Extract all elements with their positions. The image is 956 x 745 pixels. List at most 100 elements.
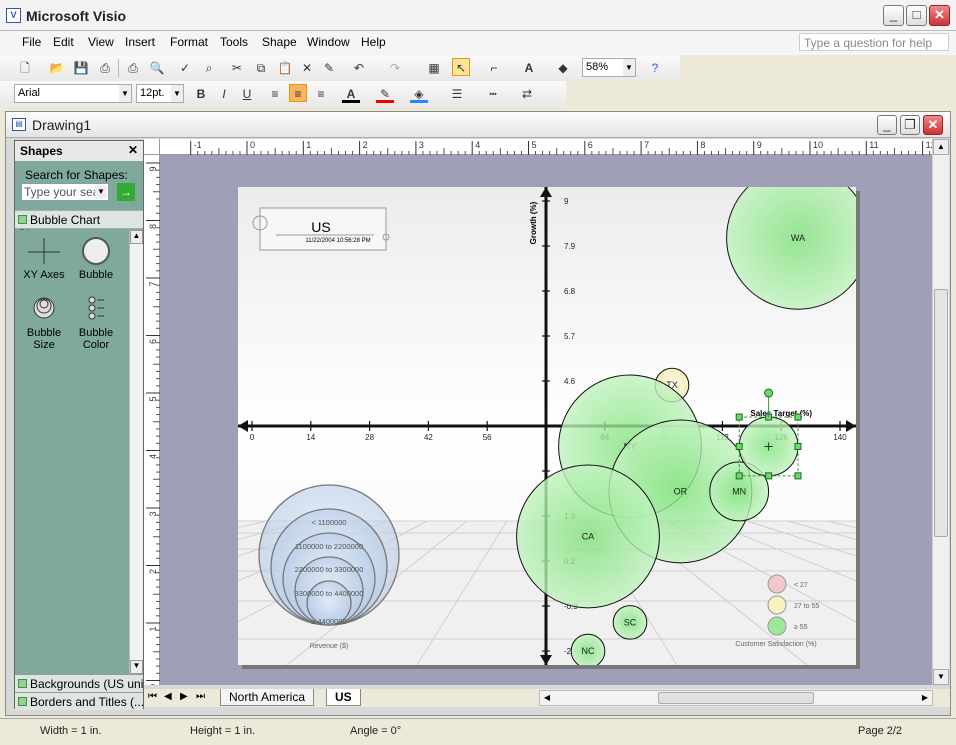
title-block[interactable]: US 11/22/2004 10:56:28 PM [252,207,390,251]
ruler-h-label: 7 [644,140,649,150]
doc-minimize-button[interactable]: _ [877,115,897,135]
minimize-button[interactable]: _ [883,5,904,26]
connector-tool-icon[interactable]: ⌐ [485,59,503,77]
chevron-down-icon[interactable]: ▼ [933,669,949,685]
resize-handle[interactable] [794,472,802,480]
menu-tools[interactable]: Tools [220,35,248,49]
stencil-borders-titles[interactable]: Borders and Titles (... [15,692,143,710]
format-painter-icon[interactable]: ✎ [320,59,338,77]
next-page-icon[interactable]: ▶ [180,691,188,702]
chevron-left-icon[interactable]: ◀ [540,691,554,705]
ruler-v-label: 6 [148,339,158,344]
pointer-tool-icon[interactable]: ↖ [452,58,470,76]
menu-window[interactable]: Window [307,35,350,49]
tab-us[interactable]: US [326,689,361,706]
delete-icon[interactable]: ✕ [298,59,316,77]
resize-handle[interactable] [765,472,773,480]
help-icon[interactable]: ? [646,59,664,77]
master-bubble-size[interactable]: Bubble Size [17,294,71,351]
align-center-icon[interactable]: ≡ [289,84,307,102]
font-color-icon[interactable]: A [342,85,360,103]
master-bubble-color[interactable]: Bubble Color [69,294,123,351]
horizontal-ruler[interactable]: -10123456789101112 [160,139,936,155]
align-right-icon[interactable]: ≡ [312,85,330,103]
doc-restore-button[interactable]: ❐ [900,115,920,135]
menu-edit[interactable]: Edit [53,35,74,49]
chevron-right-icon[interactable]: ▶ [918,691,932,705]
new-icon[interactable]: 🗋 [16,59,34,77]
menu-format[interactable]: Format [170,35,208,49]
menu-file[interactable]: File [22,35,41,49]
stamp-tool-icon[interactable]: ◆ [554,59,572,77]
vertical-scrollbar[interactable]: ▲ ▼ [932,139,949,685]
redo-icon[interactable]: ↷ [386,59,404,77]
italic-icon[interactable]: I [215,85,233,103]
tab-north-america[interactable]: North America [220,689,315,706]
prev-page-icon[interactable]: ◀ [164,691,172,702]
permission-icon[interactable]: ⎙ [96,59,114,77]
text-tool-icon[interactable]: A [520,59,538,77]
line-pattern-icon[interactable]: ┅ [484,85,502,103]
font-size-select[interactable]: 12pt. ▼ [136,84,184,103]
open-icon[interactable]: 📂 [48,59,66,77]
line-weight-icon[interactable]: ☰ [448,85,466,103]
cut-icon[interactable]: ✂ [228,59,246,77]
drawing-title: Drawing1 [32,117,92,133]
chevron-down-icon[interactable]: ▼ [130,660,143,674]
rotation-handle[interactable] [764,388,774,398]
vertical-ruler[interactable]: 9 8 7 6 5 4 3 2 1 0 [144,155,160,689]
chevron-down-icon[interactable]: ▼ [95,185,107,199]
font-select[interactable]: Arial ▼ [14,84,132,103]
master-xy-axes[interactable]: XY Axes [17,236,71,281]
resize-handle[interactable] [735,413,743,421]
vertical-scroll-thumb[interactable] [934,289,948,537]
help-search-input[interactable]: Type a question for help [799,33,949,51]
master-area: XY Axes Bubble Bubble Size Bubble Color [15,230,129,674]
drawing-page[interactable]: US 11/22/2004 10:56:28 PM < 1100000 11000… [0,165,956,669]
menu-insert[interactable]: Insert [125,35,155,49]
chevron-up-icon[interactable]: ▲ [130,230,143,244]
go-arrow-button[interactable]: → [117,183,135,201]
horizontal-scrollbar[interactable]: ◀ ▶ [539,690,933,706]
line-color-icon[interactable]: ✎ [376,85,394,103]
revenue-legend[interactable]: < 1100000 1100000 to 2200000 2200000 to 33… [258,484,400,626]
resize-handle[interactable] [794,442,802,450]
stencil-backgrounds[interactable]: Backgrounds (US units) [15,674,143,692]
menu-shape[interactable]: Shape [262,35,297,49]
horizontal-scroll-thumb[interactable] [658,692,814,704]
close-icon[interactable]: ✕ [128,143,138,157]
print-preview-icon[interactable]: 🔍 [148,59,166,77]
last-page-icon[interactable]: ⏭ [196,691,205,702]
undo-icon[interactable]: ↶ [350,59,368,77]
maximize-button[interactable]: □ [906,5,927,26]
menu-help[interactable]: Help [361,35,386,49]
first-page-icon[interactable]: ⏮ [148,691,157,702]
underline-icon[interactable]: U [238,85,256,103]
line-ends-icon[interactable]: ⇄ [518,85,536,103]
paste-icon[interactable]: 📋 [276,59,294,77]
shapes-window-icon[interactable]: ▦ [425,59,443,77]
stencil-bubble-chart[interactable]: Bubble Chart Shapes [15,210,143,241]
status-bar: Width = 1 in. Height = 1 in. Angle = 0° … [0,718,956,745]
stencil-scrollbar[interactable]: ▲ ▼ [129,230,143,674]
resize-handle[interactable] [735,442,743,450]
drawing-canvas[interactable]: US 11/22/2004 10:56:28 PM < 1100000 11000… [0,155,956,685]
resize-handle[interactable] [794,413,802,421]
zoom-select[interactable]: 58% ▼ [582,58,636,77]
fill-color-icon[interactable]: ◈ [410,85,428,103]
revenue-legend-label: 2200000 to 3300000 [295,565,364,574]
menu-view[interactable]: View [88,35,114,49]
horizontal-ruler-svg: -10123456789101112 [190,140,936,155]
chevron-up-icon[interactable]: ▲ [933,139,949,155]
spelling-icon[interactable]: ✓ [176,59,194,77]
doc-close-button[interactable]: ✕ [923,115,943,135]
close-button[interactable]: ✕ [929,5,950,26]
align-left-icon[interactable]: ≡ [266,85,284,103]
master-bubble[interactable]: Bubble [69,236,123,281]
research-icon[interactable]: ⌕ [200,59,218,77]
copy-icon[interactable]: ⧉ [252,59,270,77]
print-icon[interactable]: ⎙ [124,59,142,77]
save-icon[interactable]: 💾 [72,59,90,77]
resize-handle[interactable] [735,472,743,480]
bold-icon[interactable]: B [192,85,210,103]
